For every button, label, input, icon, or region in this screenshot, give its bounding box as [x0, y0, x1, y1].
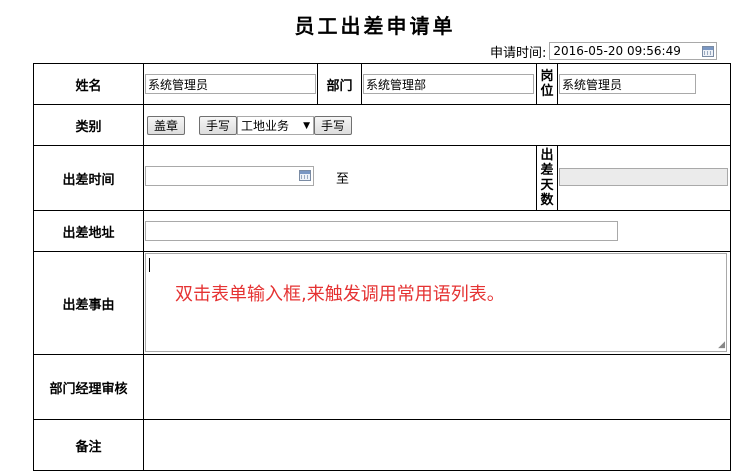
handwrite-button-2[interactable]: 手写 — [314, 116, 353, 135]
dept-label: 部门 — [317, 63, 362, 105]
dept-value: 系统管理部 — [366, 77, 427, 92]
form-title: 员工出差申请单 — [294, 14, 456, 38]
name-value: 系统管理员 — [148, 77, 209, 92]
reason-hint: 双击表单输入框,来触发调用常用语列表。 — [175, 284, 505, 305]
apply-time-label: 申请时间: — [490, 45, 547, 61]
dept-input[interactable]: 系统管理部 — [363, 74, 534, 94]
resize-handle-icon[interactable]: ◢ — [718, 340, 725, 350]
address-label: 出差地址 — [33, 210, 144, 252]
category-controls: 盖章 手写 工地业务 ▼ 手写 — [147, 116, 353, 135]
calendar-icon[interactable] — [299, 170, 311, 181]
remark-label: 备注 — [33, 419, 144, 471]
address-input[interactable] — [145, 221, 618, 241]
reason-textarea[interactable]: 双击表单输入框,来触发调用常用语列表。 ◢ — [145, 253, 727, 352]
category-label: 类别 — [33, 104, 144, 146]
text-cursor — [149, 258, 150, 272]
post-label: 岗位 — [540, 69, 554, 99]
apply-time-value: 2016-05-20 09:56:49 — [553, 44, 681, 58]
trip-form-table: 姓名 系统管理员 部门 系统管理部 岗位 系统管理员 类别 盖章 手写 工地业务… — [33, 63, 731, 471]
handwrite-button-1[interactable]: 手写 — [199, 116, 238, 135]
post-input[interactable]: 系统管理员 — [559, 74, 696, 94]
trip-start-input[interactable] — [145, 166, 314, 186]
post-value: 系统管理员 — [562, 77, 623, 92]
manager-review-label: 部门经理审核 — [33, 354, 144, 420]
trip-days-input[interactable] — [559, 168, 728, 186]
name-input[interactable]: 系统管理员 — [145, 74, 316, 94]
apply-time-input[interactable]: 2016-05-20 09:56:49 — [549, 42, 718, 60]
stamp-button[interactable]: 盖章 — [147, 116, 186, 135]
trip-days-label: 出差天数 — [540, 148, 554, 208]
dropdown-arrow-icon: ▼ — [303, 120, 311, 131]
reason-label: 出差事由 — [33, 251, 144, 355]
category-select[interactable]: 工地业务 ▼ — [237, 116, 315, 135]
category-select-value: 工地业务 — [241, 119, 290, 133]
name-label: 姓名 — [33, 63, 144, 105]
to-label: 至 — [336, 172, 350, 187]
calendar-icon[interactable] — [702, 46, 715, 57]
remark-cell — [143, 419, 731, 471]
manager-review-cell — [143, 354, 731, 420]
trip-time-label: 出差时间 — [33, 145, 144, 211]
apply-time: 申请时间: 2016-05-20 09:56:49 — [490, 40, 718, 62]
